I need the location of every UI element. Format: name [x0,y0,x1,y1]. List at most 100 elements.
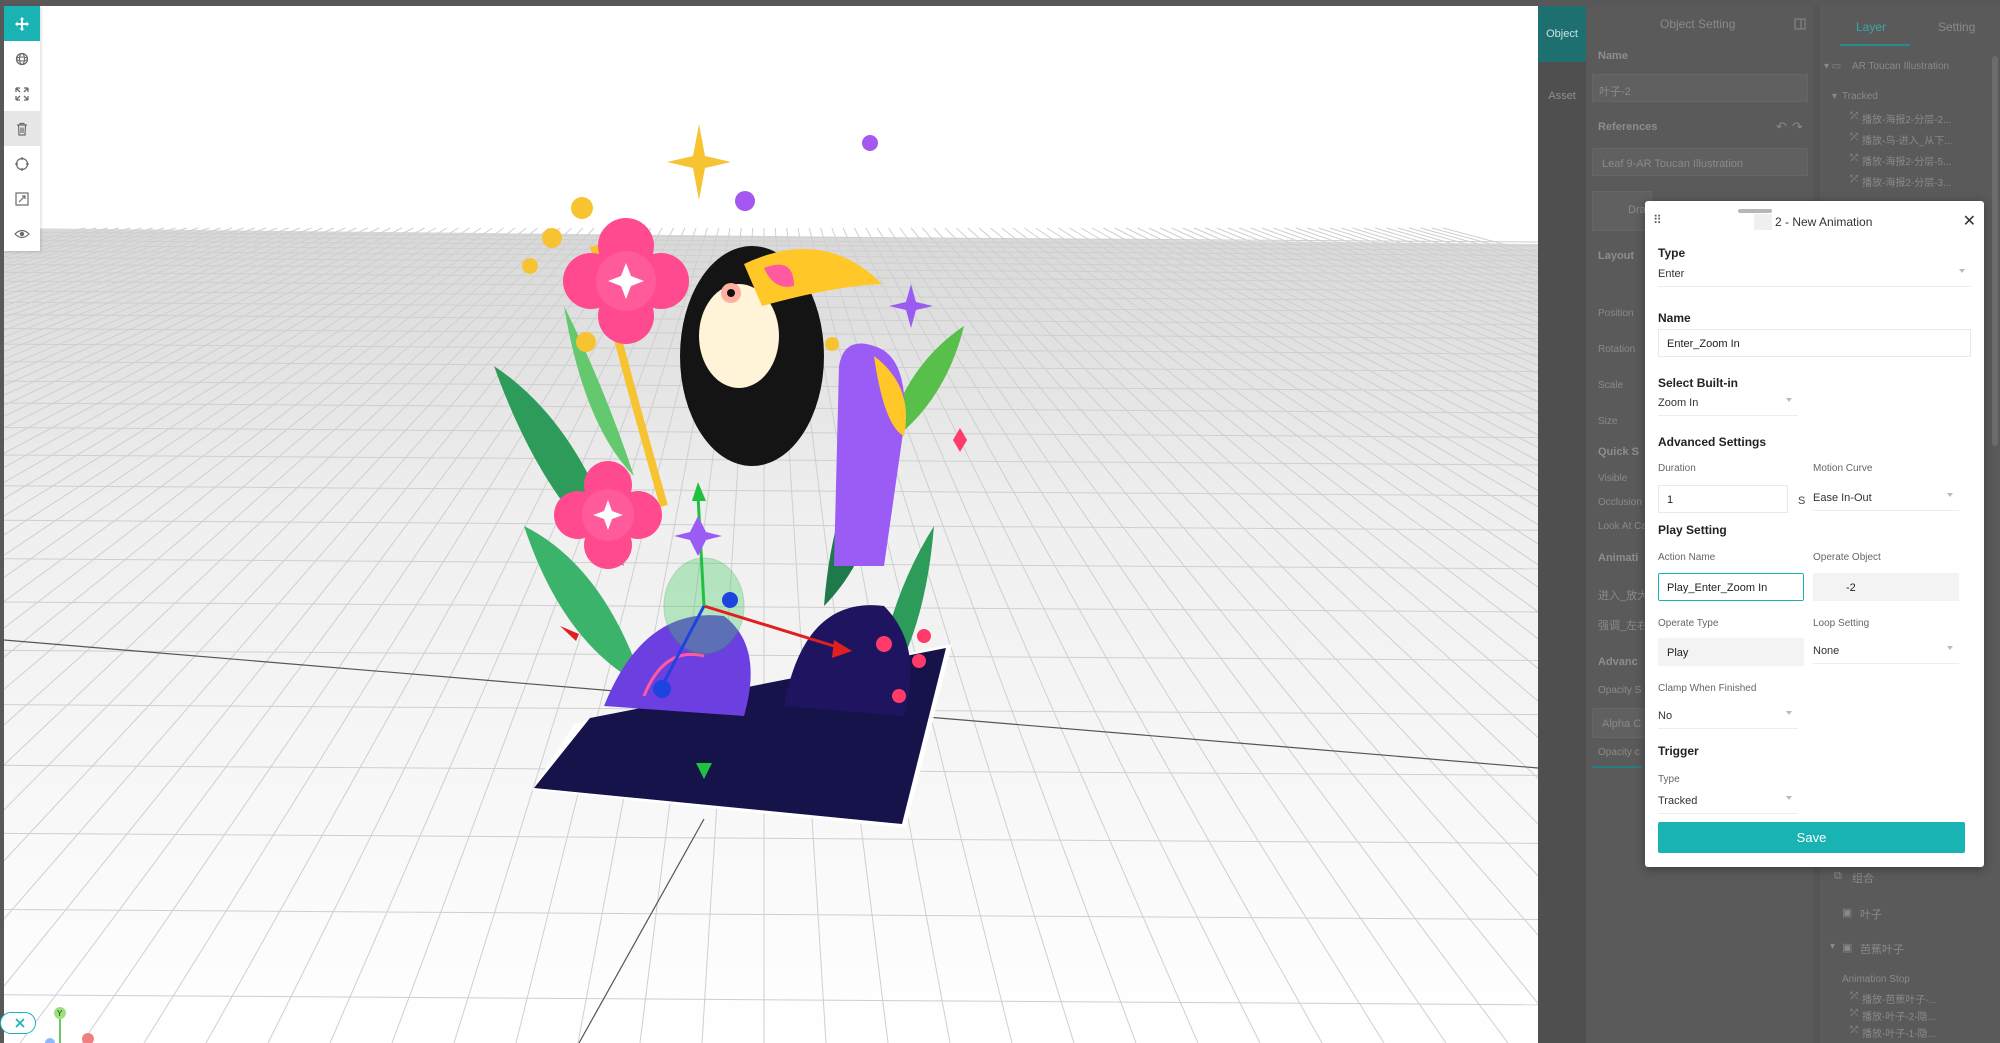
chevron-down-icon [1786,796,1792,800]
redo-icon[interactable]: ↷ [1792,119,1803,135]
quick-section-label: Quick S [1598,446,1639,458]
trigger-type-label: Type [1658,774,1680,785]
animation-link-icon: ⤱ [1850,132,1858,143]
visible-label: Visible [1598,473,1628,484]
rotate-tool-button[interactable] [4,41,40,76]
title-tab-indicator [1738,209,1772,213]
layer-tab-indicator [1840,44,1910,46]
look-at-camera-label: Look At Ca [1598,521,1647,532]
target-tool-button[interactable] [4,146,40,181]
panel-toggle-icon[interactable] [1794,18,1806,30]
duration-input[interactable]: 1 [1658,485,1788,513]
operate-object-field[interactable]: -2 [1813,573,1959,601]
layout-section-label: Layout [1598,250,1635,262]
builtin-select-value: Zoom In [1658,397,1699,409]
object-setting-title: Object Setting [1660,17,1736,31]
chevron-down-icon [1786,711,1792,715]
object-tab-bar: Object Asset [1538,6,1586,1043]
operate-type-label: Operate Type [1658,618,1719,629]
chevron-down-icon[interactable]: ▾ ▭ [1824,61,1841,72]
banana-chevron-icon[interactable]: ▾ [1830,941,1835,952]
animation-link-icon: ⤱ [1850,1025,1858,1036]
motion-curve-select[interactable]: Ease In-Out [1813,485,1959,511]
duration-unit: S [1798,495,1806,507]
trigger-type-select[interactable]: Tracked [1658,788,1798,814]
advanced-section-label: Advanced Settings [1658,435,1767,449]
undo-icon[interactable]: ↶ [1776,119,1787,135]
play-section-label: Play Setting [1658,523,1727,537]
clamp-label: Clamp When Finished [1658,683,1757,694]
fit-tool-button[interactable] [4,181,40,216]
tracked-chevron-icon[interactable]: ▾ [1832,91,1837,102]
scene-canvas[interactable] [4,6,1538,1043]
animation-link-icon: ⤱ [1850,174,1858,185]
layer-group-item[interactable]: 组合 [1852,870,1874,886]
transform-toolbar [4,6,40,251]
action-name-input[interactable]: Play_Enter_Zoom In [1658,573,1804,601]
motion-curve-label: Motion Curve [1813,463,1873,474]
animation-item-2[interactable]: 强调_左右 [1598,617,1648,633]
reference-value: Leaf 9-AR Toucan Illustration [1602,158,1744,170]
alpha-value: Alpha C [1602,718,1642,730]
chevron-down-icon [1959,269,1965,273]
trigger-type-value: Tracked [1658,795,1698,807]
delete-tool-button[interactable] [4,111,40,146]
animation-link-icon: ⤱ [1850,1008,1858,1019]
move-icon [15,16,29,31]
anim-stop-action-item[interactable]: 播放-芭蕉叶子-... [1862,991,1937,1006]
tracked-action-item[interactable]: 播放-海报2-分层-5... [1862,153,1951,168]
chevron-down-icon [1947,493,1953,497]
tab-layer[interactable]: Layer [1856,20,1886,34]
anim-stop-label: Animation Stop [1842,974,1910,985]
fit-icon [15,191,29,206]
tab-setting[interactable]: Setting [1938,20,1975,34]
anim-stop-action-item[interactable]: 播放-叶子-2-隐... [1862,1008,1936,1023]
builtin-select[interactable]: Zoom In [1658,390,1798,416]
tracked-action-item[interactable]: 播放-鸟-进入_从下... [1862,132,1953,147]
opacity-s-label: Opacity S [1598,685,1642,696]
drag-handle-icon[interactable]: ⠿ [1653,213,1662,227]
anim-stop-action-item[interactable]: 播放-叶子-1-隐... [1862,1025,1936,1040]
opacity-slider[interactable] [1592,766,1642,768]
occlusion-label: Occlusion [1598,497,1642,508]
object-name-value: 叶子-2 [1599,86,1631,98]
type-section-label: Type [1658,246,1686,260]
layer-leaf-item[interactable]: 叶子 [1860,906,1882,922]
builtin-section-label: Select Built-in [1658,376,1739,390]
layer-scrollbar[interactable] [1992,56,1998,446]
layer-banana-item[interactable]: 芭蕉叶子 [1860,941,1904,957]
rotation-label: Rotation [1598,344,1636,355]
move-tool-button[interactable] [4,6,40,41]
type-select-value: Enter [1658,268,1685,280]
close-icon[interactable]: ✕ [1963,211,1976,231]
visibility-tool-button[interactable] [4,216,40,251]
operate-type-field[interactable]: Play [1658,638,1804,666]
animation-name-input[interactable]: Enter_Zoom In [1658,329,1971,357]
viewport-3d[interactable] [4,6,1538,1043]
duration-label: Duration [1658,463,1696,474]
save-button[interactable]: Save [1658,822,1965,853]
delete-icon [17,122,27,136]
new-animation-dialog: ⠿ 2 - New Animation ✕ Type Enter Name En… [1645,201,1984,867]
name-section-label: Name [1598,50,1628,62]
title-placeholder-box [1754,214,1772,230]
clamp-select[interactable]: No [1658,703,1798,729]
tracked-label: Tracked [1842,91,1878,102]
name-section-label: Name [1658,311,1691,325]
animation-item-1[interactable]: 进入_放大 [1598,587,1648,603]
type-select[interactable]: Enter [1658,261,1971,287]
layer-root-item[interactable]: AR Toucan Illustration [1852,61,1949,72]
tracked-action-item[interactable]: 播放-海报2-分层-3... [1862,174,1951,189]
motion-curve-value: Ease In-Out [1813,492,1872,504]
chevron-down-icon [1947,646,1953,650]
tab-object[interactable]: Object [1538,6,1586,62]
scale-tool-button[interactable] [4,76,40,111]
tracked-action-item[interactable]: 播放-海报2-分层-2... [1862,111,1951,126]
dialog-title: 2 - New Animation [1775,215,1873,229]
loop-setting-select[interactable]: None [1813,638,1959,664]
size-label: Size [1598,416,1618,427]
operate-object-label: Operate Object [1813,552,1881,563]
tab-asset[interactable]: Asset [1538,68,1586,124]
reference-button-label: Dra [1628,204,1646,216]
eye-icon [14,229,30,238]
